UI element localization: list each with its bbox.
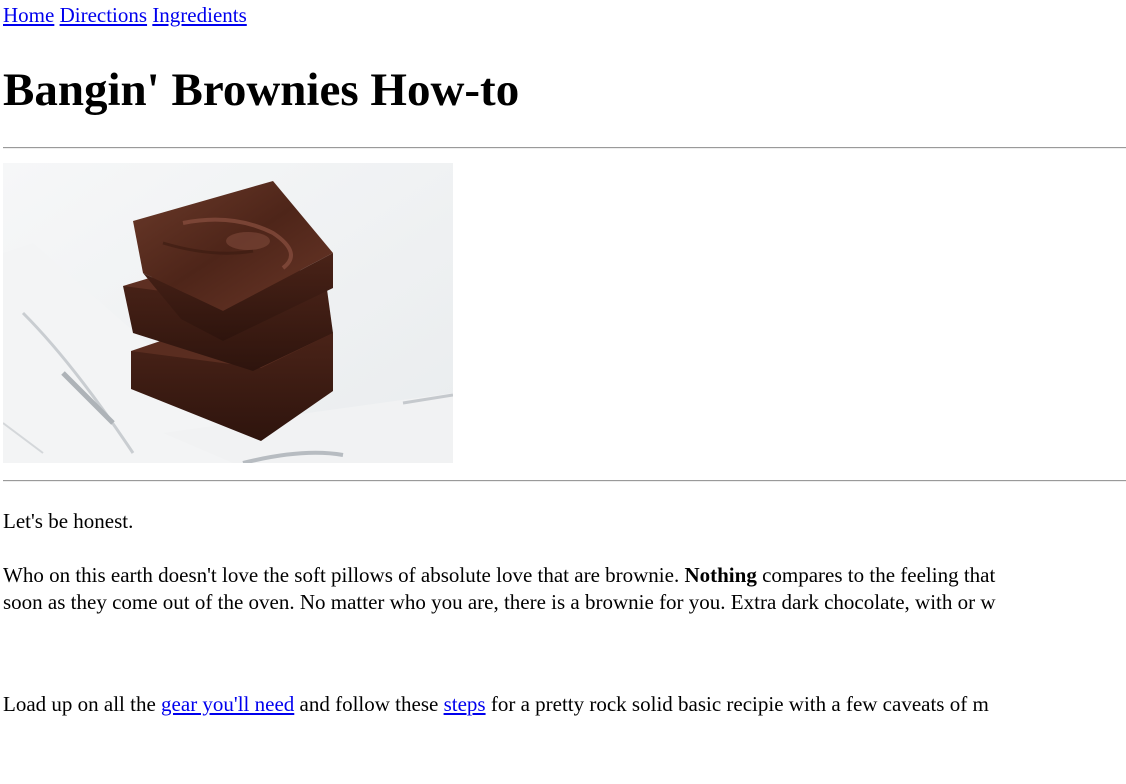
intro-text-end: compares to the feeling that: [756, 563, 996, 587]
intro-paragraph: Who on this earth doesn't love the soft …: [3, 562, 996, 616]
intro-line: Let's be honest.: [3, 509, 134, 533]
steps-link[interactable]: steps: [444, 692, 486, 716]
divider-bottom: [3, 480, 1126, 482]
gear-link[interactable]: gear you'll need: [161, 692, 294, 716]
cta-text-end: for a pretty rock solid basic recipie wi…: [485, 692, 989, 716]
nav-link-ingredients[interactable]: Ingredients: [152, 3, 246, 27]
nav-link-home[interactable]: Home: [3, 3, 54, 27]
intro-text-line2: soon as they come out of the oven. No ma…: [3, 590, 996, 614]
page: Home Directions Ingredients Bangin' Brow…: [0, 0, 1126, 784]
nav-link-directions[interactable]: Directions: [60, 3, 147, 27]
brownie-stack-photo: [3, 163, 453, 463]
nav-bar: Home Directions Ingredients: [3, 2, 247, 29]
intro-bold-word: Nothing: [684, 563, 757, 587]
divider-top: [3, 147, 1126, 149]
page-title: Bangin' Brownies How-to: [3, 64, 520, 116]
cta-text-start: Load up on all the: [3, 692, 162, 716]
intro-text-start: Who on this earth doesn't love the soft …: [3, 563, 685, 587]
cta-text-middle: and follow these: [294, 692, 444, 716]
cta-paragraph: Load up on all the gear you'll need and …: [3, 691, 989, 718]
